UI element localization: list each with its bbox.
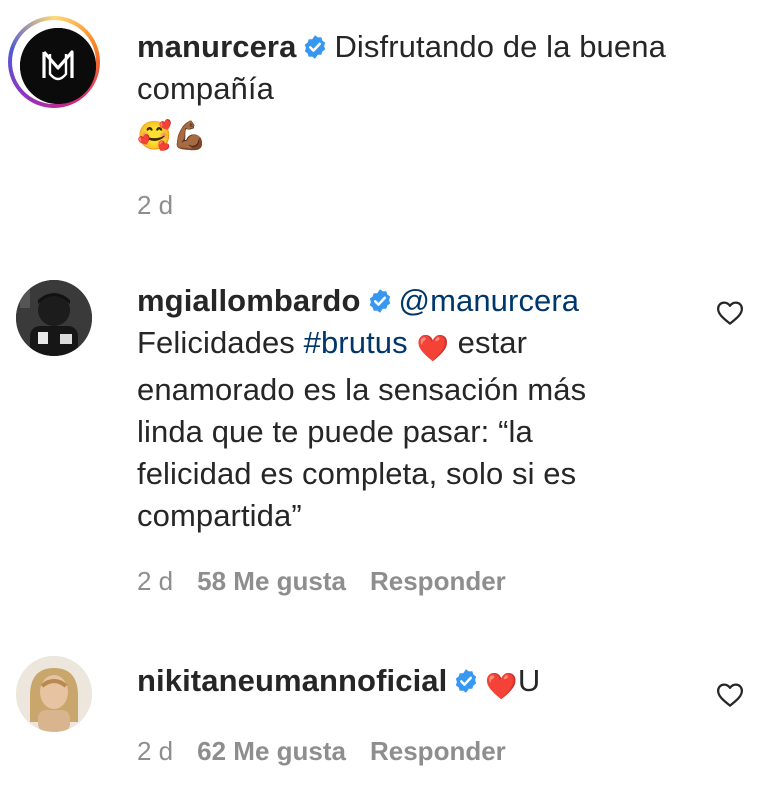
red-heart-emoji: ❤️ [485, 671, 518, 701]
caption-line-1: Disfrutando de la buena [334, 29, 666, 64]
red-heart-emoji: ❤️ [416, 333, 449, 363]
comment-text-part: U [517, 663, 541, 698]
mu-logo-icon [20, 28, 96, 104]
hashtag-brutus[interactable]: #brutus [304, 325, 408, 360]
verified-badge-icon [305, 35, 326, 59]
avatar-nikitaneumannoficial[interactable] [16, 656, 92, 732]
verified-badge-icon [456, 669, 477, 693]
reply-button[interactable]: Responder [370, 736, 506, 766]
comment-nikitaneumannoficial: nikitaneumannoficial ❤️U 2 d 62 Me gusta Re… [0, 650, 767, 793]
comment-line-2: enamorado es la sensación más [137, 372, 587, 407]
comment-line-5: compartida” [137, 498, 302, 533]
comment-mgiallombardo: mgiallombardo @manurcera Felicidades #bru… [0, 270, 767, 610]
caption-emojis: 🥰💪🏾 [137, 120, 207, 151]
like-heart-icon[interactable] [714, 298, 746, 328]
comment-text-part: Felicidades [137, 325, 304, 360]
comment-line-3: linda que te puede pasar: “la [137, 414, 533, 449]
comment-meta: 2 d 58 Me gusta Responder [137, 566, 506, 597]
mention-manurcera[interactable]: @manurcera [399, 283, 580, 318]
username-nikitaneumannoficial[interactable]: nikitaneumannoficial [137, 663, 447, 698]
post-caption: manurcera Disfrutando de la buena compañí… [0, 0, 767, 240]
comment-line-4: felicidad es completa, solo si es [137, 456, 577, 491]
likes-count[interactable]: 62 Me gusta [197, 736, 346, 766]
comment-time[interactable]: 2 d [137, 736, 173, 766]
verified-badge-icon [369, 289, 390, 313]
avatar-mgiallombardo[interactable] [16, 280, 92, 356]
caption-line-2: compañía [137, 71, 274, 106]
reply-button[interactable]: Responder [370, 566, 506, 596]
like-heart-icon[interactable] [714, 680, 746, 710]
likes-count[interactable]: 58 Me gusta [197, 566, 346, 596]
username-mgiallombardo[interactable]: mgiallombardo [137, 283, 361, 318]
comment-text: mgiallombardo @manurcera Felicidades #bru… [137, 280, 727, 537]
profile-photo [16, 656, 92, 732]
comment-text: nikitaneumannoficial ❤️U [137, 660, 727, 707]
comment-text-part: estar [448, 325, 528, 360]
post-time[interactable]: 2 d [137, 190, 173, 220]
comment-time[interactable]: 2 d [137, 566, 173, 596]
story-ring[interactable] [8, 16, 100, 108]
avatar-manurcera[interactable] [20, 28, 96, 104]
comment-meta: 2 d 62 Me gusta Responder [137, 736, 506, 767]
story-ring-gap [12, 20, 96, 104]
post-meta: 2 d [137, 190, 173, 221]
username-manurcera[interactable]: manurcera [137, 29, 296, 64]
profile-photo [16, 280, 92, 356]
caption-text: manurcera Disfrutando de la buena compañí… [137, 26, 727, 157]
